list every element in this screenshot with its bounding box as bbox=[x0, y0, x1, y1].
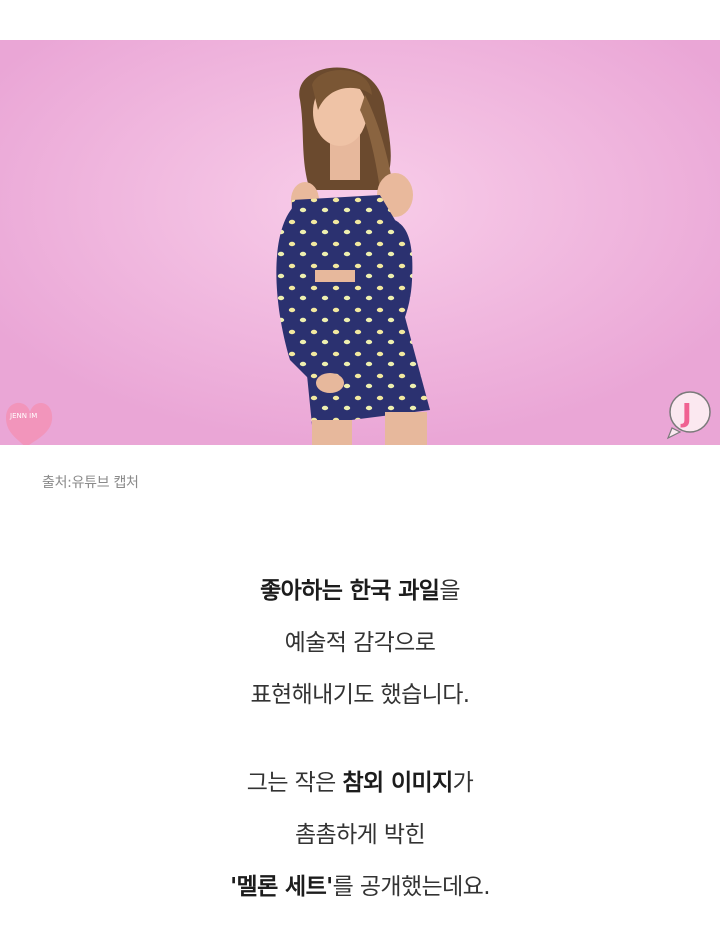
bold-phrase: 참외 이미지 bbox=[342, 770, 453, 796]
paragraph1-line2: 예술적 감각으로 bbox=[284, 630, 436, 656]
paragraph2-line3: '멜론 세트'를 공개했는데요. bbox=[230, 874, 490, 900]
bold-phrase: '멜론 세트' bbox=[230, 874, 333, 900]
bold-phrase: 좋아하는 한국 과일 bbox=[260, 578, 440, 604]
paragraph1-line3: 표현해내기도 했습니다. bbox=[250, 682, 470, 708]
article-photo: JENN IM J bbox=[0, 40, 720, 445]
image-source-caption: 출처:유튜브 캡처 bbox=[42, 475, 139, 491]
paragraph2-line1: 그는 작은 참외 이미지가 bbox=[246, 770, 474, 796]
svg-text:JENN IM: JENN IM bbox=[9, 412, 37, 420]
svg-text:J: J bbox=[680, 399, 692, 429]
photo-illustration: JENN IM J bbox=[0, 40, 720, 445]
article-body: 좋아하는 한국 과일을 예술적 감각으로 표현해내기도 했습니다. 그는 작은 … bbox=[0, 565, 720, 913]
paragraph2-line2: 촘촘하게 박힌 bbox=[294, 822, 426, 848]
paragraph1-line1: 좋아하는 한국 과일을 bbox=[260, 578, 460, 604]
